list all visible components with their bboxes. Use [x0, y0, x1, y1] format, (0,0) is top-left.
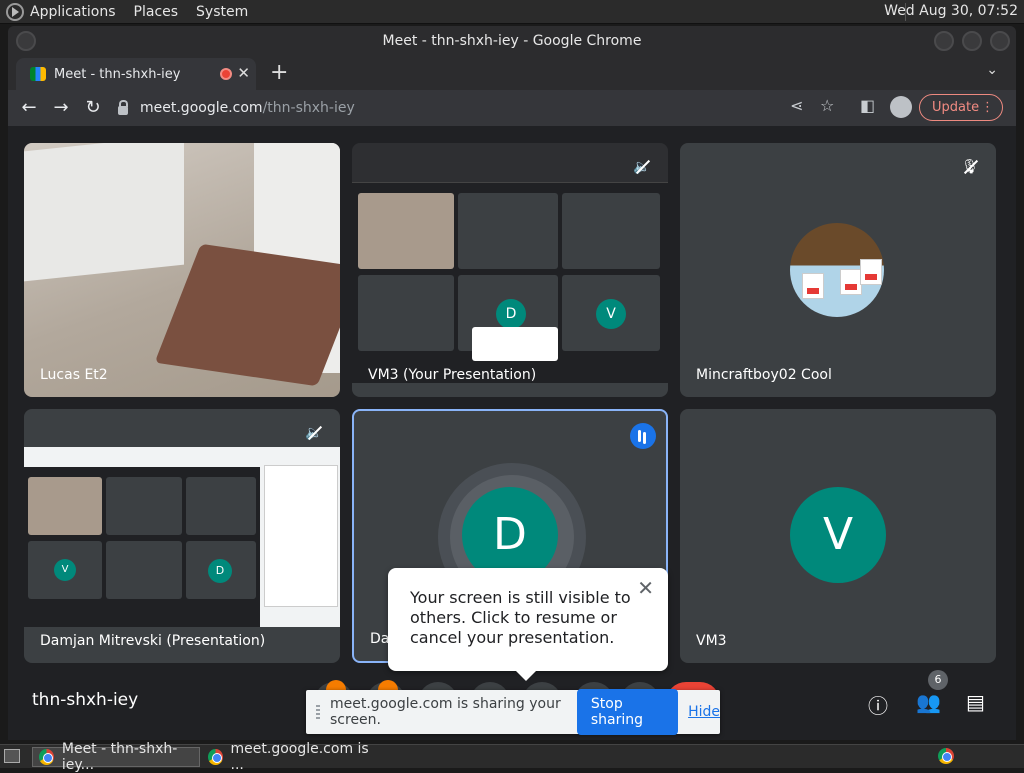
- update-button[interactable]: Update ⋮: [919, 94, 1003, 121]
- tab-title: Meet - thn-shxh-iey: [54, 66, 181, 82]
- lock-icon[interactable]: [118, 99, 128, 115]
- maximize-button[interactable]: [962, 31, 982, 51]
- tab-strip: Meet - thn-shxh-iey ✕ + ⌄: [8, 56, 1016, 90]
- minimize-button[interactable]: [934, 31, 954, 51]
- participant-name: VM3 (Your Presentation): [368, 367, 537, 383]
- sharing-message: meet.google.com is sharing your screen.: [330, 696, 561, 728]
- participant-name: Da: [370, 631, 390, 647]
- presentation-reminder-popup: Your screen is still visible to others. …: [388, 568, 668, 681]
- thumb-popup: [472, 327, 558, 361]
- presentation-thumbnail: V D: [24, 447, 340, 627]
- stop-sharing-button[interactable]: Stop sharing: [576, 689, 679, 735]
- avatar-chicken: [802, 273, 824, 299]
- os-clock[interactable]: Wed Aug 30, 07:52: [884, 3, 1018, 19]
- more-menu-icon[interactable]: ⋮: [981, 95, 994, 120]
- meeting-code: thn-shxh-iey: [32, 690, 139, 710]
- avatar-chicken: [860, 259, 882, 285]
- update-label: Update: [932, 100, 980, 115]
- popup-close-icon[interactable]: ✕: [637, 578, 654, 598]
- avatar-chicken: [840, 269, 862, 295]
- os-taskbar: Meet - thn-shxh-iey... meet.google.com i…: [0, 741, 1024, 773]
- thumb-tile: [458, 193, 558, 269]
- thumb-avatar-v: V: [596, 299, 626, 329]
- bookmark-star-icon[interactable]: ☆: [820, 96, 834, 115]
- thumb-avatar-d: D: [496, 299, 526, 329]
- back-arrow-icon[interactable]: ←: [16, 95, 42, 121]
- window-titlebar[interactable]: Meet - thn-shxh-iey - Google Chrome: [8, 26, 1016, 56]
- close-window-button[interactable]: [990, 31, 1010, 51]
- thumb-tile: [186, 477, 256, 535]
- thumb-tile: [28, 477, 102, 535]
- chrome-icon: [39, 749, 54, 765]
- tab-close-icon[interactable]: ✕: [237, 64, 250, 82]
- side-panel-icon[interactable]: ◧: [860, 96, 875, 115]
- participant-avatar: V: [790, 487, 886, 583]
- show-desktop-icon[interactable]: [4, 749, 20, 763]
- profile-avatar-icon[interactable]: [890, 96, 912, 118]
- new-tab-button[interactable]: +: [270, 60, 288, 85]
- thumb-tile: [562, 193, 660, 269]
- speaking-indicator-icon: [630, 423, 656, 449]
- forward-arrow-icon[interactable]: →: [48, 95, 74, 121]
- taskbar-item-meet[interactable]: Meet - thn-shxh-iey...: [32, 741, 200, 773]
- thumb-chat-panel: [264, 465, 338, 607]
- meet-favicon-icon: [30, 67, 46, 81]
- mic-off-icon: 🎙: [958, 155, 982, 179]
- address-bar[interactable]: meet.google.com/thn-shxh-iey: [118, 94, 738, 122]
- reload-icon[interactable]: ↻: [80, 95, 106, 121]
- muted-speaker-icon: 🔈: [630, 155, 654, 179]
- participant-tile-vm3[interactable]: V VM3: [680, 409, 996, 663]
- url-path: /thn-shxh-iey: [262, 100, 355, 116]
- taskbar-item-sharing[interactable]: meet.google.com is ...: [202, 741, 372, 773]
- chrome-icon: [208, 749, 223, 765]
- taskbar-item-label: Meet - thn-shxh-iey...: [61, 741, 178, 773]
- participant-name: Mincraftboy02 Cool: [696, 367, 832, 383]
- thumb-avatar-d: D: [208, 559, 232, 583]
- share-icon[interactable]: ⋖: [790, 96, 803, 115]
- tab-meet[interactable]: Meet - thn-shxh-iey ✕: [16, 58, 256, 90]
- window-menu-icon[interactable]: [16, 31, 36, 51]
- tab-search-chevron-icon[interactable]: ⌄: [986, 62, 998, 78]
- tray-chrome-icon[interactable]: [938, 748, 954, 764]
- thumb-browser-bar: [352, 143, 668, 183]
- window-title: Meet - thn-shxh-iey - Google Chrome: [382, 33, 642, 49]
- os-menu-places[interactable]: Places: [134, 4, 179, 20]
- screen-sharing-banner: meet.google.com is sharing your screen. …: [306, 689, 720, 735]
- thumb-tile: [358, 193, 454, 269]
- participant-name: Damjan Mitrevski (Presentation): [40, 633, 266, 649]
- popup-message: Your screen is still visible to others. …: [410, 588, 631, 647]
- browser-toolbar: ← → ↻ meet.google.com/thn-shxh-iey ⋖ ☆ ◧…: [8, 90, 1016, 126]
- taskbar-item-label: meet.google.com is ...: [230, 741, 369, 773]
- video-scene-cabinet: [24, 143, 184, 282]
- os-top-panel: Applications Places System Wed Aug 30, 0…: [0, 0, 1024, 24]
- thumb-tile: [106, 477, 182, 535]
- thumb-tile: [106, 541, 182, 599]
- participant-name: VM3: [696, 633, 727, 649]
- os-menu-logo-icon[interactable]: [6, 2, 24, 21]
- participant-tile-mincraftboy[interactable]: 🎙 Mincraftboy02 Cool: [680, 143, 996, 397]
- participant-avatar-image: [790, 223, 884, 317]
- meet-stage: Lucas Et2 D V 🔈 VM3 (Your Presentation) …: [8, 126, 1016, 740]
- url-host: meet.google.com: [140, 100, 263, 116]
- thumb-tile: [358, 275, 454, 351]
- presentation-thumbnail: D V: [352, 143, 668, 383]
- hide-banner-link[interactable]: Hide: [688, 704, 720, 720]
- meeting-details-info-icon[interactable]: ⓘ: [868, 690, 888, 719]
- drag-handle-icon[interactable]: [316, 705, 320, 719]
- people-icon[interactable]: 👥: [916, 690, 941, 714]
- chat-icon[interactable]: ▤: [966, 690, 985, 714]
- participant-tile-damjan-presentation[interactable]: V D 🔈 Damjan Mitrevski (Presentation): [24, 409, 340, 663]
- participant-tile-lucas[interactable]: Lucas Et2: [24, 143, 340, 397]
- thumb-avatar-v: V: [54, 559, 76, 581]
- people-count-badge: 6: [928, 670, 948, 690]
- chrome-window: Meet - thn-shxh-iey - Google Chrome Meet…: [8, 26, 1016, 740]
- video-scene-mat: [154, 243, 340, 387]
- camera-video: [24, 143, 340, 397]
- muted-speaker-icon: 🔈: [302, 421, 326, 445]
- participant-tile-vm3-presentation[interactable]: D V 🔈 VM3 (Your Presentation): [352, 143, 668, 397]
- recording-indicator-icon: [220, 68, 232, 80]
- participant-name: Lucas Et2: [40, 367, 108, 383]
- os-menu-system[interactable]: System: [196, 4, 248, 20]
- os-menu-applications[interactable]: Applications: [30, 4, 116, 20]
